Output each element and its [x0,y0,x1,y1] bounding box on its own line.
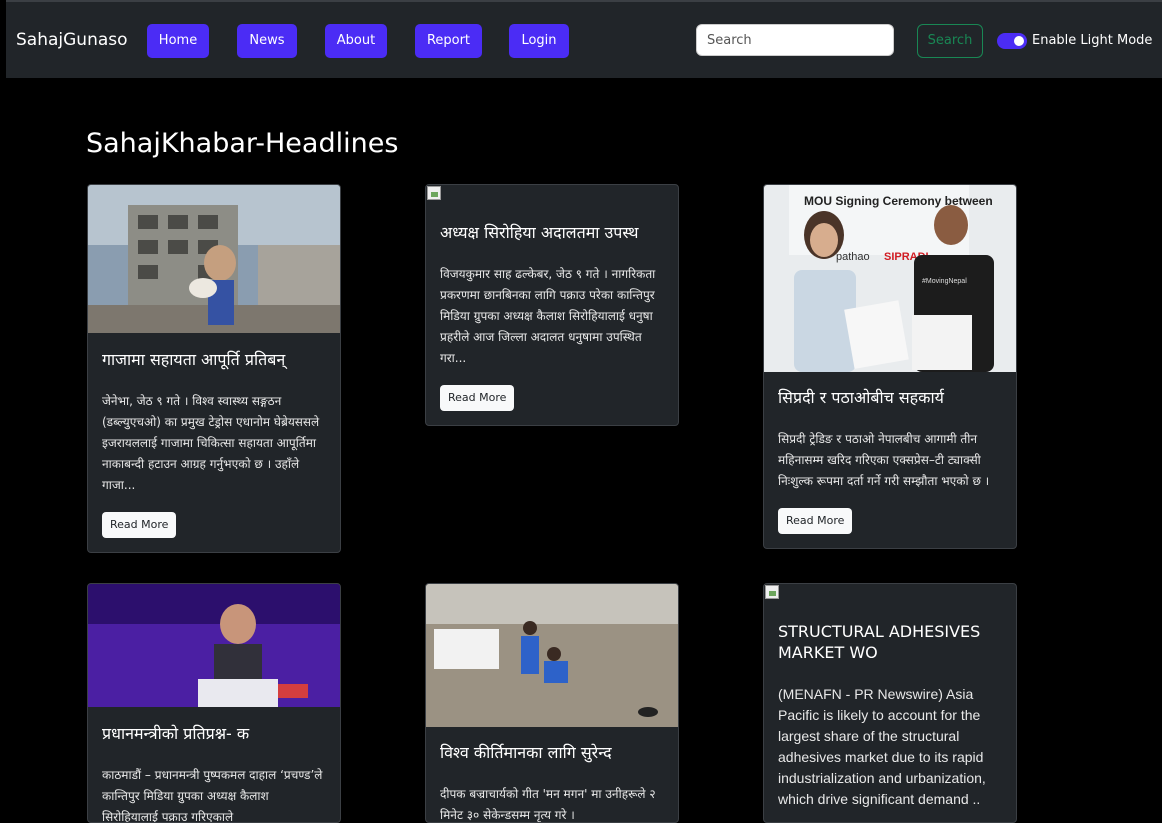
nav-login-button[interactable]: Login [509,24,569,58]
mou-banner-text: MOU Signing Ceremony between [804,194,993,208]
news-title[interactable]: प्रधानमन्त्रीको प्रतिप्रश्न- क [102,723,328,744]
search-button[interactable]: Search [917,24,983,58]
news-image: MOU Signing Ceremony between pathao SIPR… [764,185,1016,372]
news-title[interactable]: STRUCTURAL ADHESIVES MARKET WO [778,621,1004,663]
read-more-button[interactable]: Read More [778,508,853,534]
page-title: SahajKhabar-Headlines [86,128,399,159]
news-card: गाजामा सहायता आपूर्ति प्रतिबन् जेनेभा, ज… [87,184,341,553]
nav-about-button[interactable]: About [325,24,387,58]
news-title[interactable]: विश्व कीर्तिमानका लागि सुरेन्द [440,742,666,763]
news-title[interactable]: गाजामा सहायता आपूर्ति प्रतिबन् [102,349,328,370]
nav-news-button[interactable]: News [237,24,297,58]
news-card: MOU Signing Ceremony between pathao SIPR… [763,184,1017,549]
news-excerpt: सिप्रदी ट्रेडिङ र पठाओ नेपालबीच आगामी ती… [778,432,990,488]
news-title[interactable]: सिप्रदी र पठाओबीच सहकार्य [778,387,1004,408]
navbar: SahajGunaso Home News About Report Login… [6,0,1162,78]
news-card: प्रधानमन्त्रीको प्रतिप्रश्न- क काठमाडौं … [87,583,341,823]
page-frame: SahajGunaso Home News About Report Login… [6,0,1162,823]
toggle-knob [1014,36,1024,46]
news-excerpt: (MENAFN - PR Newswire) Asia Pacific is l… [778,686,986,807]
news-excerpt: काठमाडौं – प्रधानमन्त्री पुष्पकमल दाहाल … [102,768,323,823]
news-card: विश्व कीर्तिमानका लागि सुरेन्द दीपक बज्र… [425,583,679,823]
brand-logo[interactable]: SahajGunaso [16,30,128,50]
news-image [88,185,340,333]
broken-image-icon [427,186,441,200]
news-image [88,584,340,707]
news-excerpt: जेनेभा, जेठ ९ गते । विश्व स्वास्थ्य सङ्ग… [102,394,320,492]
pathao-logo-text: pathao [836,251,870,263]
nav-report-button[interactable]: Report [415,24,482,58]
news-image [426,584,678,727]
news-excerpt: विजयकुमार साह ढल्केबर, जेठ ९ गते । नागरि… [440,267,656,365]
news-excerpt: दीपक बज्राचार्यको गीत 'मन मगन' मा उनीहरू… [440,787,656,822]
read-more-button[interactable]: Read More [102,512,177,538]
news-title[interactable]: अध्यक्ष सिरोहिया अदालतमा उपस्थ [440,222,666,243]
search-input[interactable]: Search [696,24,894,56]
light-mode-label: Enable Light Mode [1032,33,1153,48]
broken-image-icon [765,585,779,599]
news-card: अध्यक्ष सिरोहिया अदालतमा उपस्थ विजयकुमार… [425,184,679,426]
nav-home-button[interactable]: Home [147,24,209,58]
light-mode-toggle[interactable] [997,33,1027,49]
shirt-text: #MovingNepal [922,278,967,285]
read-more-button[interactable]: Read More [440,385,515,411]
news-card: STRUCTURAL ADHESIVES MARKET WO (MENAFN -… [763,583,1017,823]
